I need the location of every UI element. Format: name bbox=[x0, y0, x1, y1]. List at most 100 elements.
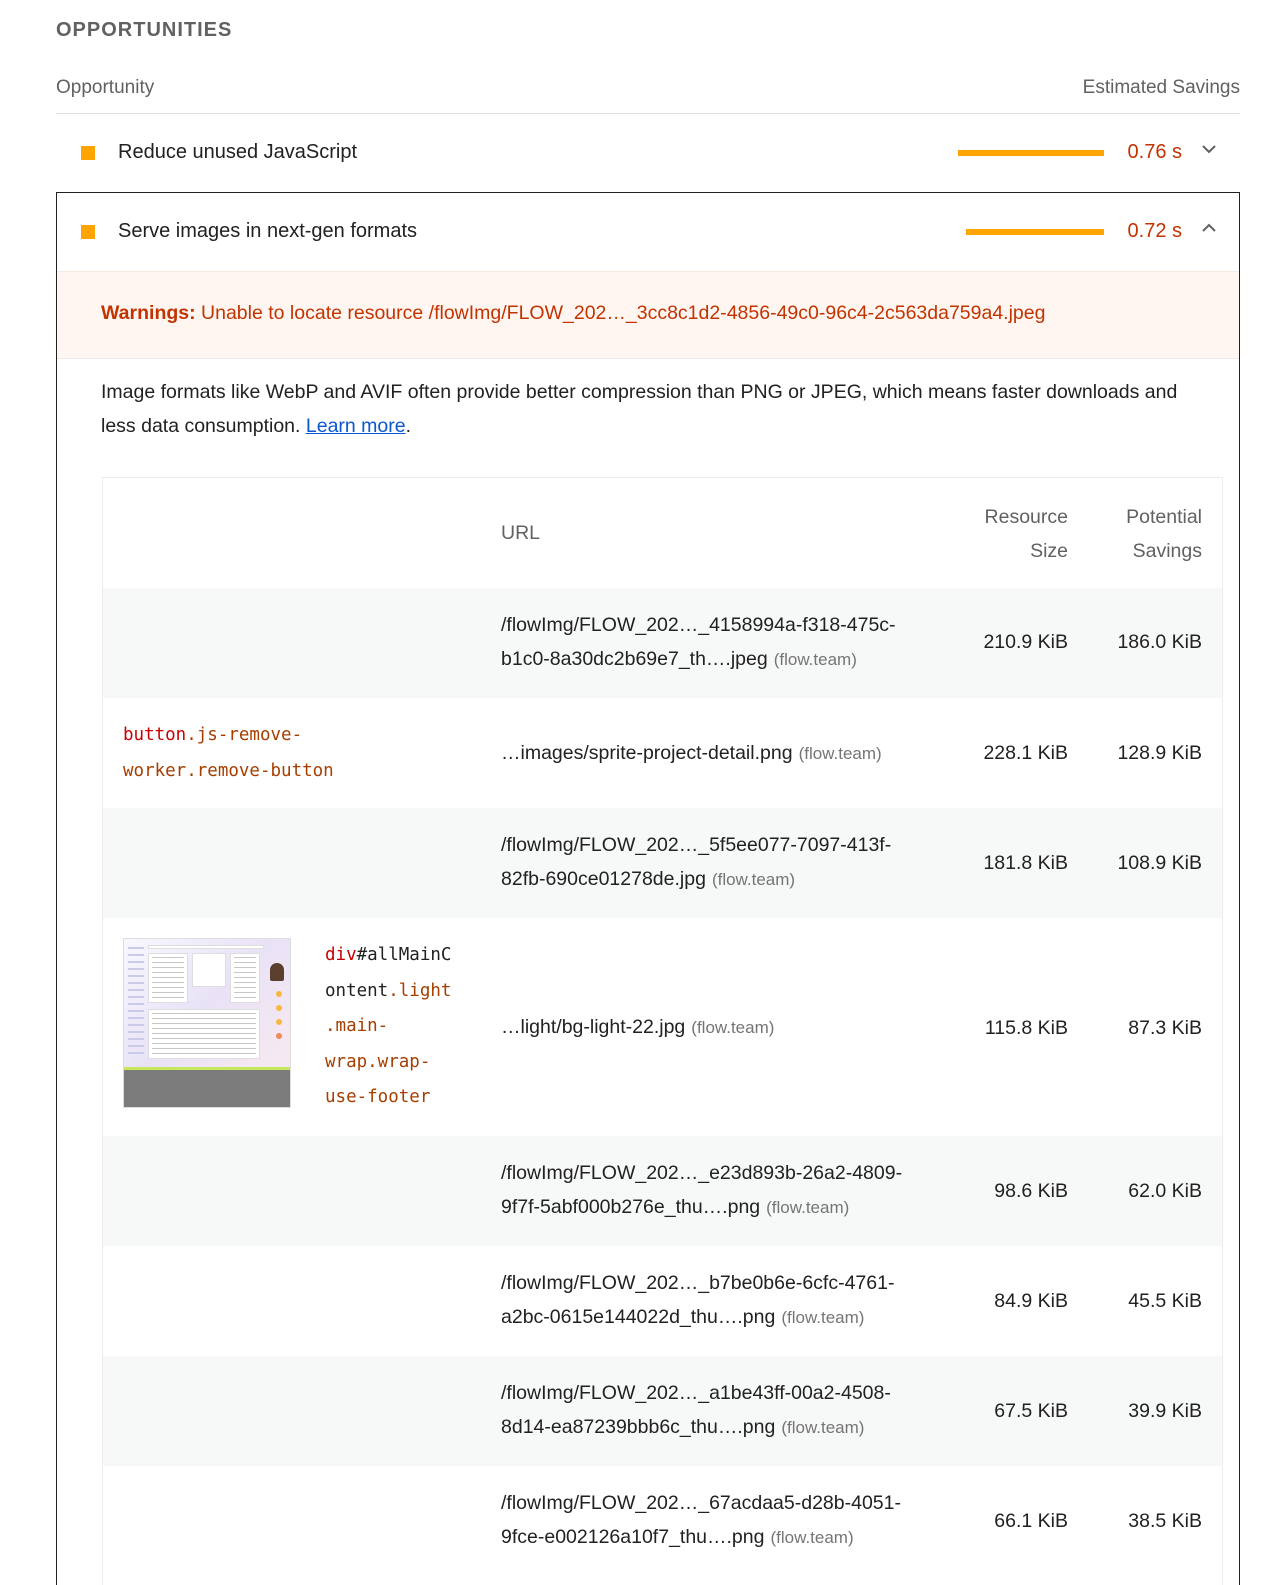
url-line: 9f7f-5abf000b276e_thu….png bbox=[501, 1196, 761, 1218]
potential-savings: 45.5 KiB bbox=[1128, 1290, 1202, 1312]
url-line: /flowImg/FLOW_202…_67acdaa5-d28b-4051- bbox=[501, 1492, 901, 1514]
potential-savings: 39.9 KiB bbox=[1128, 1400, 1202, 1422]
url-line: …light/bg-light-22.jpg bbox=[501, 1016, 686, 1038]
resource-size: 84.9 KiB bbox=[994, 1290, 1068, 1312]
url-host: (flow.team) bbox=[711, 870, 796, 889]
resource-size: 67.5 KiB bbox=[994, 1400, 1068, 1422]
url-line: /flowImg/FLOW_202…_b7be0b6e-6cfc-4761- bbox=[501, 1272, 895, 1294]
resource-url[interactable]: …images/sprite-project-detail.png (flow.t… bbox=[501, 736, 941, 771]
resource-url[interactable]: /flowImg/FLOW_202…_67acdaa5-d28b-4051- 9… bbox=[501, 1486, 941, 1555]
resource-size: 98.6 KiB bbox=[994, 1180, 1068, 1202]
url-line: /flowImg/FLOW_202…_a1be43ff-00a2-4508- bbox=[501, 1382, 891, 1404]
potential-savings: 62.0 KiB bbox=[1128, 1180, 1202, 1202]
table-header: URL Resource Size Potential Savings bbox=[103, 478, 1222, 588]
resource-url[interactable]: /flowImg/FLOW_202…_a1be43ff-00a2-4508- 8… bbox=[501, 1376, 941, 1445]
resource-size: 115.8 KiB bbox=[984, 1017, 1068, 1039]
potential-savings: 87.3 KiB bbox=[1128, 1017, 1202, 1039]
table-row: /flowImg/FLOW_202…_b7be0b6e-6cfc-4761- a… bbox=[103, 1246, 1222, 1356]
chevron-down-icon[interactable] bbox=[1200, 140, 1218, 163]
warning-text: Unable to locate resource /flowImg/FLOW_… bbox=[201, 302, 1046, 324]
url-line: a2bc-0615e144022d_thu….png bbox=[501, 1306, 776, 1328]
url-line: /flowImg/FLOW_202…_5f5ee077-7097-413f- bbox=[501, 834, 892, 856]
header-resource-size-line1: Resource bbox=[984, 506, 1068, 528]
audit-reduce-unused-javascript[interactable]: Reduce unused JavaScript 0.76 s bbox=[56, 114, 1240, 192]
header-url: URL bbox=[501, 522, 541, 544]
url-host: (flow.team) bbox=[781, 1308, 865, 1327]
audit-summary[interactable]: Reduce unused JavaScript 0.76 s bbox=[56, 114, 1240, 192]
node-id: #allMainC bbox=[356, 945, 452, 965]
table-row: /flowImg/FLOW_202…_5f5ee077-7097-413f- 8… bbox=[103, 808, 1222, 918]
node-class: use-footer bbox=[325, 1087, 431, 1107]
element-screenshot-thumbnail bbox=[123, 938, 291, 1108]
table-row: /flowImg/FLOW_202…_67acdaa5-d28b-4051- 9… bbox=[103, 1466, 1222, 1576]
average-score-icon bbox=[81, 225, 95, 239]
savings-value: 0.72 s bbox=[1127, 220, 1182, 242]
details-table: URL Resource Size Potential Savings /flo… bbox=[102, 477, 1223, 1585]
description-text: Image formats like WebP and AVIF often p… bbox=[101, 381, 1178, 437]
chevron-up-icon[interactable] bbox=[1200, 219, 1218, 242]
audit-title: Reduce unused JavaScript bbox=[118, 141, 358, 163]
header-potential-savings: Potential Savings bbox=[1126, 500, 1202, 568]
potential-savings: 128.9 KiB bbox=[1117, 742, 1202, 764]
url-host: (flow.team) bbox=[773, 650, 857, 669]
audit-serve-images-next-gen[interactable]: Serve images in next-gen formats 0.72 s … bbox=[56, 192, 1240, 1585]
resource-url[interactable]: /flowImg/FLOW_202…_5f5ee077-7097-413f- 8… bbox=[501, 828, 941, 897]
table-row: /flowImg/FLOW_202…_a1be43ff-00a2-4508- 8… bbox=[103, 1356, 1222, 1466]
potential-savings: 108.9 KiB bbox=[1117, 852, 1202, 874]
section-title: OPPORTUNITIES bbox=[56, 19, 233, 41]
url-line: 9fce-e002126a10f7_thu….png bbox=[501, 1526, 765, 1548]
header-resource-size: Resource Size bbox=[985, 500, 1068, 568]
url-line: 82fb-690ce01278de.jpg bbox=[501, 868, 706, 890]
audit-title: Serve images in next-gen formats bbox=[118, 220, 418, 242]
url-host: (flow.team) bbox=[798, 744, 882, 763]
audit-summary[interactable]: Serve images in next-gen formats 0.72 s bbox=[57, 193, 1239, 271]
node-class: .main- bbox=[325, 1016, 389, 1036]
url-line: /flowImg/FLOW_202…_4158994a-f318-475c- bbox=[501, 614, 896, 636]
url-line: b1c0-8a30dc2b69e7_th….jpeg bbox=[501, 648, 768, 670]
node-tag: div bbox=[325, 945, 357, 965]
node-id: ontent bbox=[325, 980, 389, 1001]
resource-size: 210.9 KiB bbox=[983, 631, 1068, 653]
url-line: …images/sprite-project-detail.png bbox=[501, 742, 793, 764]
header-potential-savings-line2: Savings bbox=[1132, 540, 1202, 562]
node-class: .js-remove- bbox=[186, 725, 303, 745]
savings-bar bbox=[958, 150, 1104, 156]
learn-more-link[interactable]: Learn more bbox=[306, 415, 406, 437]
resource-size: 181.8 KiB bbox=[983, 852, 1068, 874]
savings-value: 0.76 s bbox=[1127, 141, 1182, 163]
header-potential-savings-line1: Potential bbox=[1126, 506, 1202, 528]
header-resource-size-line2: Size bbox=[1030, 540, 1068, 562]
node-class: .light bbox=[388, 980, 452, 1001]
resource-url[interactable]: /flowImg/FLOW_202…_e23d893b-26a2-4809- 9… bbox=[501, 1156, 941, 1225]
resource-url[interactable]: /flowImg/FLOW_202…_b7be0b6e-6cfc-4761- a… bbox=[501, 1266, 941, 1335]
node-selector[interactable]: button.js-remove- worker.remove-button bbox=[123, 718, 334, 789]
node-class: wrap.wrap- bbox=[325, 1051, 431, 1072]
node-selector[interactable]: div#allMainC ontent.light .main- wrap.wr… bbox=[325, 938, 451, 1116]
resource-url[interactable]: …light/bg-light-22.jpg (flow.team) bbox=[501, 1010, 941, 1045]
description-period: . bbox=[405, 415, 412, 437]
potential-savings: 38.5 KiB bbox=[1128, 1510, 1202, 1532]
table-row: /flowImg/FLOW_202…_4158994a-f318-475c- b… bbox=[103, 588, 1222, 698]
url-host: (flow.team) bbox=[766, 1198, 850, 1217]
opportunity-header: Opportunity Estimated Savings bbox=[56, 77, 1240, 114]
node-tag: button bbox=[123, 725, 187, 745]
table-row: /flowImg/FLOW_202…_e23d893b-26a2-4809- 9… bbox=[103, 1136, 1222, 1246]
url-host: (flow.team) bbox=[770, 1528, 854, 1547]
potential-savings: 186.0 KiB bbox=[1117, 631, 1202, 653]
warning-label: Warnings: bbox=[101, 302, 196, 324]
url-line: /flowImg/FLOW_202…_e23d893b-26a2-4809- bbox=[501, 1162, 903, 1184]
resource-size: 66.1 KiB bbox=[994, 1510, 1068, 1532]
resource-url[interactable]: /flowImg/FLOW_202…_4158994a-f318-475c- b… bbox=[501, 608, 941, 677]
url-host: (flow.team) bbox=[691, 1018, 775, 1037]
column-opportunity: Opportunity bbox=[56, 77, 155, 98]
url-line: 8d14-ea87239bbb6c_thu….png bbox=[501, 1416, 776, 1438]
savings-bar bbox=[966, 229, 1104, 235]
column-estimated-savings: Estimated Savings bbox=[1082, 77, 1240, 98]
average-score-icon bbox=[81, 146, 95, 160]
warning-banner: Warnings: Unable to locate resource /flo… bbox=[57, 271, 1239, 359]
resource-size: 228.1 KiB bbox=[983, 742, 1068, 764]
audit-description: Image formats like WebP and AVIF often p… bbox=[101, 375, 1211, 443]
table-row: button.js-remove- worker.remove-button …… bbox=[103, 698, 1222, 808]
url-host: (flow.team) bbox=[781, 1418, 865, 1437]
node-class: worker.remove-button bbox=[123, 760, 334, 781]
